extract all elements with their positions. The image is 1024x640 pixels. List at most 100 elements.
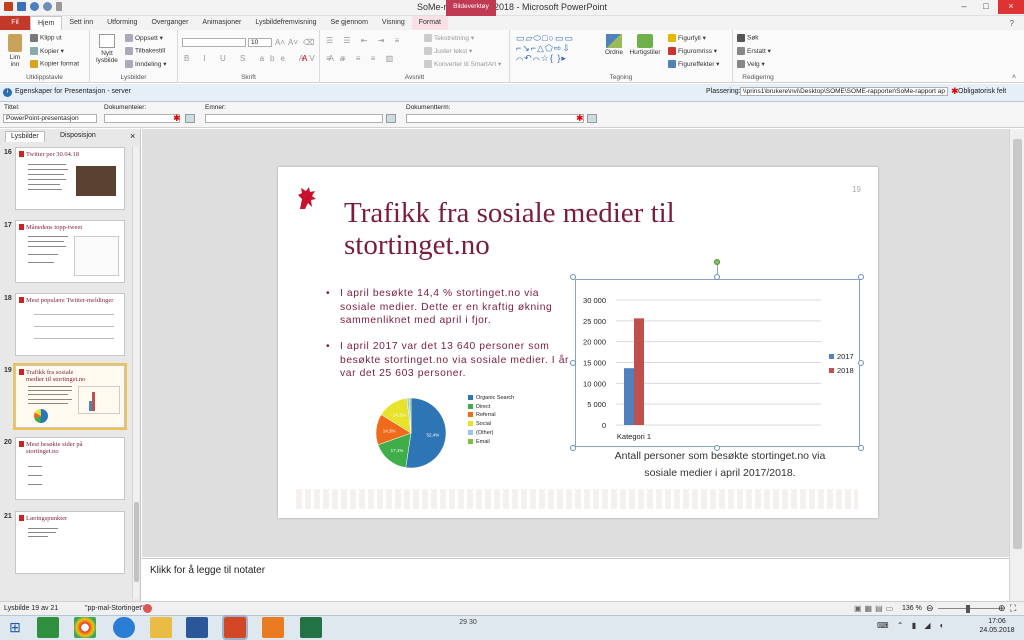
clear-format-icon[interactable]: ⌫ [303,38,314,47]
slide-scrollbar[interactable] [1009,129,1024,601]
arrange-button[interactable]: Ordne [602,34,626,56]
address-book-icon[interactable] [185,114,195,123]
cut-button[interactable]: Klipp ut [30,34,62,42]
tab-format[interactable]: Format [411,16,448,30]
browse-topics-icon[interactable] [386,114,396,123]
chart-caption[interactable]: Antall personer som besøkte stortinget.n… [610,448,830,482]
list-buttons[interactable]: ☰ ☰ ⇤ ⇥ ≡ [326,36,403,45]
copy-button[interactable]: Kopier ▾ [30,47,64,56]
bullet-item[interactable]: • I april besøkte 14,4 % stortinget.no v… [326,287,571,328]
excel-icon[interactable] [300,617,322,638]
owner-field[interactable] [104,114,180,123]
slide-thumbnail[interactable]: Mest besøkte sider på stortinget.no [15,437,125,500]
shape-fill-button[interactable]: Figurfyll ▾ [668,34,706,43]
select-button[interactable]: Velg ▾ [737,60,765,69]
undo-icon[interactable] [30,2,39,11]
quick-styles-button[interactable]: Hurtigstiler [628,34,662,56]
tab-review[interactable]: Se gjennom [324,16,375,30]
shape-effects-button[interactable]: Figureffekter ▾ [668,60,719,69]
customize-toolbar-icon[interactable] [56,2,62,11]
resize-handle[interactable] [858,274,864,280]
resize-handle[interactable] [858,360,864,366]
font-size-dropdown[interactable]: 10 [248,38,272,47]
format-painter-button[interactable]: Kopier format [30,60,79,68]
zoom-in-icon[interactable]: ⊕ [998,603,1006,614]
align-text-button[interactable]: Juster tekst ▾ [424,47,472,56]
theme-status[interactable]: "pp-mal-Stortinget" [85,605,144,612]
font-color-icon[interactable]: A [302,54,307,63]
shapes-gallery[interactable]: ▭▱⬭□○▭▭ ⌐↘⌐△⬠⇨⇩ ⌒↶⌒☆{ }▸ [516,33,594,66]
shrink-font-icon[interactable]: A˅ [288,38,298,47]
find-button[interactable]: Søk [737,34,759,42]
store-icon[interactable] [37,617,59,638]
topics-field[interactable] [205,114,383,123]
close-panel-icon[interactable]: × [130,131,135,141]
current-slide[interactable]: 19 Trafikk fra sosiale medier til storti… [278,167,878,518]
paste-button[interactable]: Lim inn [5,34,25,68]
properties-title[interactable]: Egenskaper for Presentasjon - server [15,88,131,95]
tab-design[interactable]: Utforming [100,16,144,30]
slide-thumbnail[interactable]: Læringspunkter [15,511,125,574]
slide-thumbnail[interactable]: Månedens topp-tweet [15,220,125,283]
new-slide-button[interactable]: Nytt lysbilde [93,34,121,64]
zoom-out-icon[interactable]: ⊖ [926,603,934,614]
layout-button[interactable]: Oppsett ▾ [125,34,163,43]
text-direction-button[interactable]: Tekstretning ▾ [424,34,474,43]
internet-explorer-icon[interactable] [113,617,135,638]
redo-icon[interactable] [43,2,52,11]
outlook-icon[interactable] [262,617,284,638]
fit-to-window-icon[interactable]: ⛶ [1010,603,1016,614]
reset-button[interactable]: Tilbakestill [125,47,165,55]
tab-view[interactable]: Visning [375,16,412,30]
smartart-button[interactable]: Konverter til SmartArt ▾ [424,60,501,69]
shape-outline-button[interactable]: Figuromriss ▾ [668,47,717,56]
resize-handle[interactable] [570,274,576,280]
slide-thumbnail-selected[interactable]: Trafikk fra sosiale medier til stortinge… [13,363,127,430]
resize-handle[interactable] [570,445,576,451]
resize-handle[interactable] [858,445,864,451]
save-icon[interactable] [17,2,26,11]
language-check-icon[interactable] [143,604,152,613]
tab-slideshow[interactable]: Lysbildefremvisning [248,16,323,30]
tab-file[interactable]: Fil [0,16,30,30]
word-icon[interactable] [186,617,208,638]
zoom-level[interactable]: 136 % [902,605,922,612]
location-field[interactable]: \\prins1\brukere\nvi\Desktop\SOME\SOME-r… [740,87,948,96]
resize-handle[interactable] [570,360,576,366]
notes-pane[interactable]: Klikk for å legge til notater [142,558,1009,601]
scrollbar-thumb[interactable] [1013,139,1022,549]
term-field[interactable] [406,114,584,123]
bar-2017[interactable] [624,368,634,425]
powerpoint-icon[interactable] [4,2,13,11]
clock[interactable]: 17:06 24.05.2018 [974,617,1020,635]
collapse-ribbon-icon[interactable]: ˄ [1012,74,1016,81]
view-buttons[interactable]: ▣▦▤▭ [854,604,896,613]
close-button[interactable]: × [998,0,1024,14]
tab-slides[interactable]: Lysbilder [5,131,45,142]
tab-transitions[interactable]: Overganger [144,16,195,30]
section-button[interactable]: Inndeling ▾ [125,60,166,69]
zoom-slider-thumb[interactable] [966,605,970,613]
minimize-button[interactable]: – [953,0,975,14]
file-explorer-icon[interactable] [150,617,172,638]
pie-chart[interactable]: 52,4% 17,1% 14,3% 14,3% [375,397,447,469]
browse-terms-icon[interactable] [587,114,597,123]
font-name-dropdown[interactable] [182,38,246,47]
scrollbar-thumb[interactable] [134,502,139,582]
help-icon[interactable]: ? [1010,19,1014,28]
bullet-item[interactable]: • I april 2017 var det 13 640 personer s… [326,340,571,381]
slide-title[interactable]: Trafikk fra sosiale medier til stortinge… [344,197,764,261]
bar-chart-frame[interactable]: 0 5 000 10 000 15 000 20 000 25 000 30 000 2017… [575,279,860,447]
chrome-icon[interactable] [74,617,96,638]
bar-chart[interactable]: 0 5 000 10 000 15 000 20 000 25 000 30 000 2017… [576,280,861,448]
align-buttons[interactable]: ≡ ≡ ≡ ≡ ▥ [326,54,397,63]
start-icon[interactable]: ⊞ [4,617,26,638]
thumbnail-scrollbar[interactable] [132,147,139,599]
bar-2018[interactable] [634,318,644,425]
system-tray-icons[interactable]: ⌨ ⌃ ▮ ◢ ◖ [877,621,947,630]
tab-insert[interactable]: Sett inn [62,16,100,30]
tab-outline[interactable]: Disposisjon [55,131,101,142]
grow-font-icon[interactable]: A˄ [275,38,285,47]
powerpoint-taskbar-icon[interactable] [222,615,248,640]
tab-home[interactable]: Hjem [30,16,63,30]
